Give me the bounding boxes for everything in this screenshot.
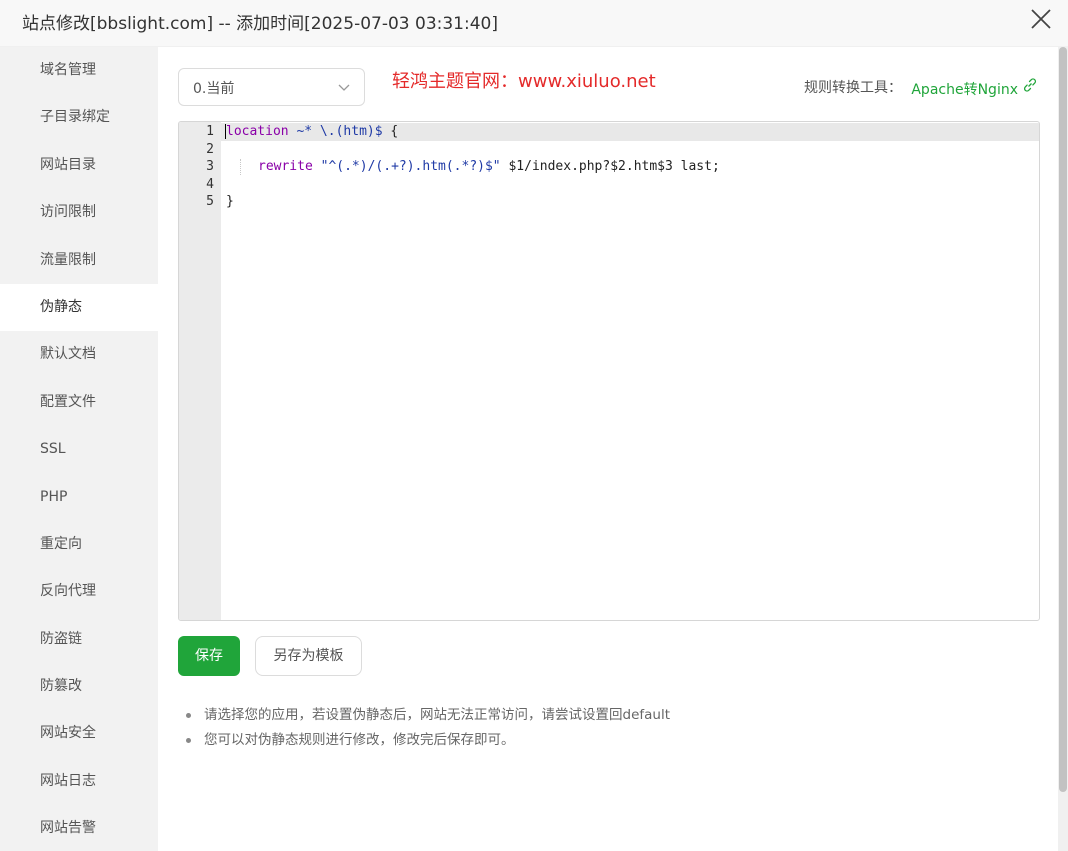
code-line-5: }: [226, 194, 234, 209]
vertical-scrollbar[interactable]: [1058, 47, 1068, 851]
sidebar-item-hotlink-protection[interactable]: 防盗链: [0, 616, 158, 663]
link-icon[interactable]: [1022, 77, 1038, 93]
sidebar-item-default-doc[interactable]: 默认文档: [0, 331, 158, 378]
sidebar-item-config-file[interactable]: 配置文件: [0, 379, 158, 426]
sidebar-item-site-security[interactable]: 网站安全: [0, 710, 158, 757]
chevron-down-icon: [338, 82, 350, 92]
scrollbar-thumb[interactable]: [1059, 47, 1067, 792]
code-keyword: location: [226, 124, 289, 139]
sidebar-item-subdir-binding[interactable]: 子目录绑定: [0, 94, 158, 141]
indent-guide: [240, 159, 241, 175]
bullet-icon: [186, 713, 191, 718]
code-string: "^(.*)/(.+?).htm(.*?)$": [312, 159, 501, 174]
line-number: 3: [206, 159, 214, 174]
tips-list: 请选择您的应用，若设置伪静态后，网站无法正常访问，请尝试设置回default 您…: [186, 703, 670, 753]
select-value: 0.当前: [193, 81, 235, 97]
sidebar-item-reverse-proxy[interactable]: 反向代理: [0, 568, 158, 615]
sidebar-item-traffic-limit[interactable]: 流量限制: [0, 237, 158, 284]
code-rest: $1/index.php?$2.htm$3 last;: [500, 159, 720, 174]
title-bar: 站点修改[bbslight.com] -- 添加时间[2025-07-03 03…: [0, 0, 1068, 47]
tip-text: 您可以对伪静态规则进行修改，修改完后保存即可。: [204, 732, 515, 748]
tip-item: 您可以对伪静态规则进行修改，修改完后保存即可。: [186, 728, 670, 753]
close-icon: [1031, 9, 1051, 29]
sidebar-item-site-alert[interactable]: 网站告警: [0, 805, 158, 851]
sidebar-item-redirect[interactable]: 重定向: [0, 521, 158, 568]
code-pattern: ~* \.(htm)$: [288, 124, 391, 139]
line-number: 1: [206, 124, 214, 139]
save-as-template-button[interactable]: 另存为模板: [255, 636, 362, 676]
bullet-icon: [186, 738, 191, 743]
line-number: 5: [206, 194, 214, 209]
promo-text: 轻鸿主题官网：www.xiuluo.net: [392, 71, 656, 92]
close-button[interactable]: [1030, 8, 1052, 30]
sidebar-item-rewrite[interactable]: 伪静态: [0, 283, 158, 332]
site-edit-dialog: 站点修改[bbslight.com] -- 添加时间[2025-07-03 03…: [0, 0, 1068, 851]
code-line-1: location ~* \.(htm)$ {: [226, 123, 398, 141]
rewrite-code-editor[interactable]: 1 2 3 4 5 location ~* \.(htm)$ { rewrite…: [178, 121, 1040, 621]
sidebar-item-ssl[interactable]: SSL: [0, 426, 158, 473]
sidebar-item-site-log[interactable]: 网站日志: [0, 758, 158, 805]
sidebar-item-tamper-protection[interactable]: 防篡改: [0, 663, 158, 710]
rule-convert-label: 规则转换工具：: [804, 80, 902, 96]
code-line-3: rewrite "^(.*)/(.+?).htm(.*?)$" $1/index…: [258, 158, 720, 176]
dialog-title: 站点修改[bbslight.com] -- 添加时间[2025-07-03 03…: [22, 14, 498, 34]
main-panel: 0.当前 轻鸿主题官网：www.xiuluo.net 规则转换工具： Apach…: [158, 47, 1058, 851]
sidebar-item-access-limit[interactable]: 访问限制: [0, 189, 158, 236]
sidebar-item-domain[interactable]: 域名管理: [0, 47, 158, 94]
line-number: 4: [206, 176, 214, 192]
sidebar-item-site-directory[interactable]: 网站目录: [0, 142, 158, 189]
line-number: 2: [206, 141, 214, 157]
sidebar-item-php[interactable]: PHP: [0, 474, 158, 521]
tip-text: 请选择您的应用，若设置伪静态后，网站无法正常访问，请尝试设置回default: [204, 707, 670, 723]
tip-item: 请选择您的应用，若设置伪静态后，网站无法正常访问，请尝试设置回default: [186, 703, 670, 728]
rewrite-template-select[interactable]: 0.当前: [178, 68, 365, 106]
apache-to-nginx-link[interactable]: Apache转Nginx: [911, 79, 1018, 99]
text-cursor: [225, 124, 226, 139]
save-button[interactable]: 保存: [178, 636, 240, 676]
code-keyword: rewrite: [258, 159, 313, 174]
sidebar: 域名管理 子目录绑定 网站目录 访问限制 流量限制 伪静态 默认文档 配置文件 …: [0, 47, 158, 851]
code-brace: {: [390, 124, 399, 139]
